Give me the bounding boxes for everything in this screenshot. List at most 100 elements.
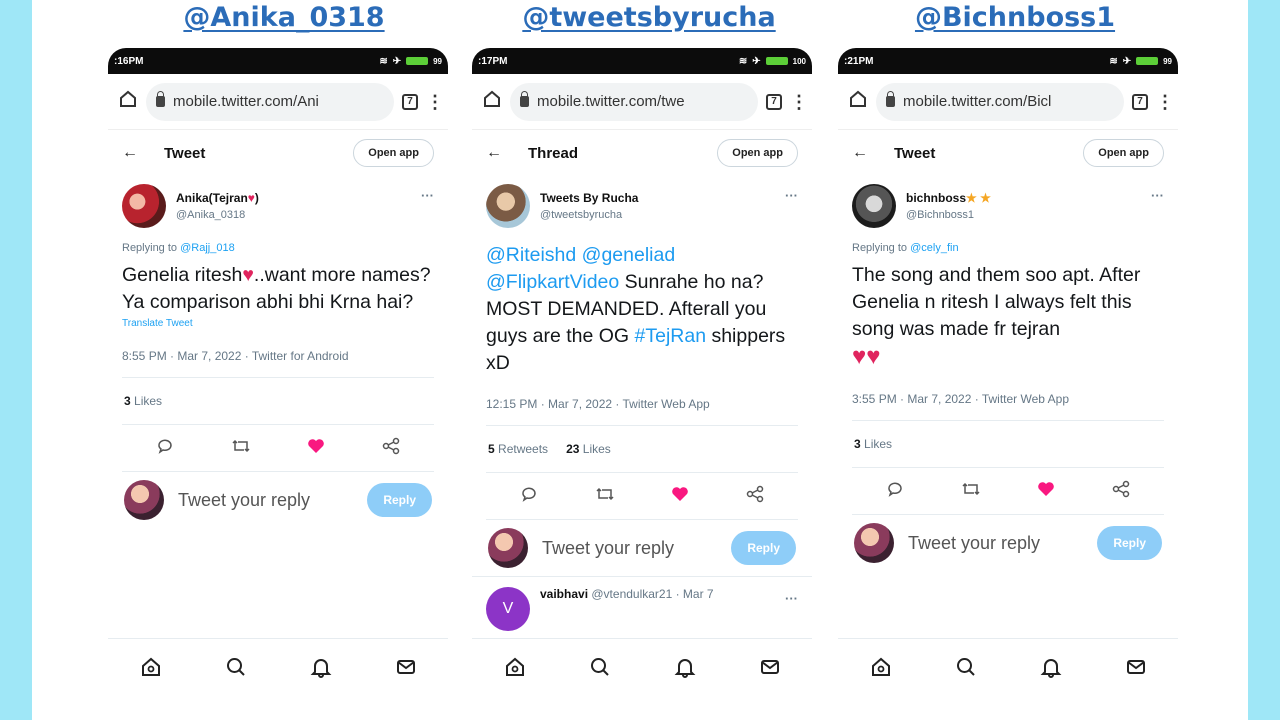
messages-icon[interactable] <box>1125 656 1147 678</box>
notifications-icon[interactable] <box>310 656 332 678</box>
url-text: mobile.twitter.com/Bicl <box>903 93 1052 110</box>
replying-to: Replying to @cely_fin <box>852 242 959 254</box>
home-nav-icon[interactable] <box>870 656 892 678</box>
search-icon[interactable] <box>955 656 977 678</box>
tweet-timestamp: 3:55 PM · Mar 7, 2022 · Twitter Web App <box>852 392 1069 406</box>
reply-button[interactable]: Reply <box>367 483 432 517</box>
tweet-timestamp: 12:15 PM · Mar 7, 2022 · Twitter Web App <box>486 397 710 411</box>
next-author-name: vaibhavi <box>540 587 589 601</box>
kebab-icon[interactable]: ⋮ <box>790 93 808 111</box>
status-bar: :16PM ≋ ✈ 99 <box>108 48 448 74</box>
reply-icon[interactable] <box>520 485 538 508</box>
more-icon[interactable]: ··· <box>1151 188 1164 203</box>
reply-input[interactable]: Tweet your reply <box>178 490 353 511</box>
home-icon[interactable] <box>482 89 502 114</box>
replying-to-link[interactable]: @cely_fin <box>910 242 958 254</box>
avatar[interactable] <box>852 184 896 228</box>
back-icon[interactable]: ← <box>486 144 502 162</box>
column-title-1: @Anika_0318 <box>183 2 385 33</box>
back-icon[interactable]: ← <box>122 144 138 162</box>
avatar[interactable] <box>122 184 166 228</box>
column-title-3: @Bichnboss1 <box>914 2 1116 33</box>
home-nav-icon[interactable] <box>504 656 526 678</box>
tweet-stats[interactable]: 3 Likes <box>838 421 1178 467</box>
search-icon[interactable] <box>589 656 611 678</box>
messages-icon[interactable] <box>759 656 781 678</box>
like-icon[interactable] <box>307 438 325 459</box>
status-bar: :21PM ≋ ✈ 99 <box>838 48 1178 74</box>
search-icon[interactable] <box>225 656 247 678</box>
share-icon[interactable] <box>1112 480 1130 503</box>
reply-icon[interactable] <box>886 480 904 503</box>
phone-screenshot-2: :17PM ≋ ✈ 100 mobile.twitter.com/twe 7 ⋮… <box>472 48 812 720</box>
url-field[interactable]: mobile.twitter.com/Ani <box>146 82 394 121</box>
signal-icon: ✈ <box>392 55 402 67</box>
author-name[interactable]: Tweets By Rucha <box>540 191 775 205</box>
notifications-icon[interactable] <box>1040 656 1062 678</box>
avatar <box>488 528 528 568</box>
share-icon[interactable] <box>382 437 400 460</box>
kebab-icon[interactable]: ⋮ <box>426 93 444 111</box>
twitter-header: ← Tweet Open app <box>838 130 1178 176</box>
messages-icon[interactable] <box>395 656 417 678</box>
reply-input[interactable]: Tweet your reply <box>542 538 717 559</box>
reply-composer: Tweet your reply Reply <box>108 472 448 528</box>
home-nav-icon[interactable] <box>140 656 162 678</box>
more-icon[interactable]: ··· <box>785 188 798 203</box>
page-title: Thread <box>528 144 579 162</box>
open-app-button[interactable]: Open app <box>1083 139 1164 167</box>
tweet-stats[interactable]: 3 Likes <box>108 378 448 424</box>
url-field[interactable]: mobile.twitter.com/Bicl <box>876 82 1124 121</box>
next-reply-preview[interactable]: V vaibhavi @vtendulkar21 · Mar 7 ··· <box>472 576 812 641</box>
like-icon[interactable] <box>1037 481 1055 502</box>
bottom-nav <box>472 638 812 694</box>
reply-icon[interactable] <box>156 437 174 460</box>
home-icon[interactable] <box>118 89 138 114</box>
tabs-icon[interactable]: 7 <box>1132 93 1148 110</box>
tabs-icon[interactable]: 7 <box>766 93 782 110</box>
battery-icon <box>765 57 788 65</box>
likes-count: 23 Likes <box>566 442 611 456</box>
more-icon[interactable]: ··· <box>421 188 434 203</box>
author-handle[interactable]: @Anika_0318 <box>176 209 411 221</box>
author-name[interactable]: Anika(Tejran♥) <box>176 191 411 205</box>
status-bar: :17PM ≋ ✈ 100 <box>472 48 812 74</box>
like-icon[interactable] <box>671 486 689 507</box>
author-handle[interactable]: @Bichnboss1 <box>906 209 1141 221</box>
url-text: mobile.twitter.com/twe <box>537 93 685 110</box>
kebab-icon[interactable]: ⋮ <box>1156 93 1174 111</box>
retweet-icon[interactable] <box>595 485 615 508</box>
reply-button[interactable]: Reply <box>1097 526 1162 560</box>
retweet-icon[interactable] <box>231 437 251 460</box>
url-text: mobile.twitter.com/Ani <box>173 93 319 110</box>
author-name[interactable]: bichnboss★ ★ <box>906 191 1141 205</box>
page-title: Tweet <box>164 144 206 162</box>
open-app-button[interactable]: Open app <box>717 139 798 167</box>
reply-button[interactable]: Reply <box>731 531 796 565</box>
home-icon[interactable] <box>848 89 868 114</box>
translate-link[interactable]: Translate Tweet <box>108 316 448 329</box>
battery-percent: 100 <box>792 56 806 66</box>
tweet-actions <box>108 425 448 471</box>
tabs-icon[interactable]: 7 <box>402 93 418 110</box>
bottom-nav <box>838 638 1178 694</box>
author-handle[interactable]: @tweetsbyrucha <box>540 209 775 221</box>
tweet-stats[interactable]: 5 Retweets 23 Likes <box>472 426 812 472</box>
avatar <box>854 523 894 563</box>
open-app-button[interactable]: Open app <box>353 139 434 167</box>
retweet-icon[interactable] <box>961 480 981 503</box>
replying-to-link[interactable]: @Rajj_018 <box>180 242 235 254</box>
tweet-author: Anika(Tejran♥) @Anika_0318 ··· <box>108 176 448 228</box>
back-icon[interactable]: ← <box>852 144 868 162</box>
notifications-icon[interactable] <box>674 656 696 678</box>
reply-input[interactable]: Tweet your reply <box>908 533 1083 554</box>
share-icon[interactable] <box>746 485 764 508</box>
url-field[interactable]: mobile.twitter.com/twe <box>510 82 758 121</box>
bottom-nav <box>108 638 448 694</box>
avatar[interactable] <box>486 184 530 228</box>
wifi-icon: ≋ <box>379 55 388 67</box>
status-icons: ≋ ✈ 99 <box>379 56 442 67</box>
hashtag-link[interactable]: #TejRan <box>635 325 707 347</box>
more-icon[interactable]: ··· <box>785 591 798 606</box>
battery-icon <box>1136 57 1159 65</box>
